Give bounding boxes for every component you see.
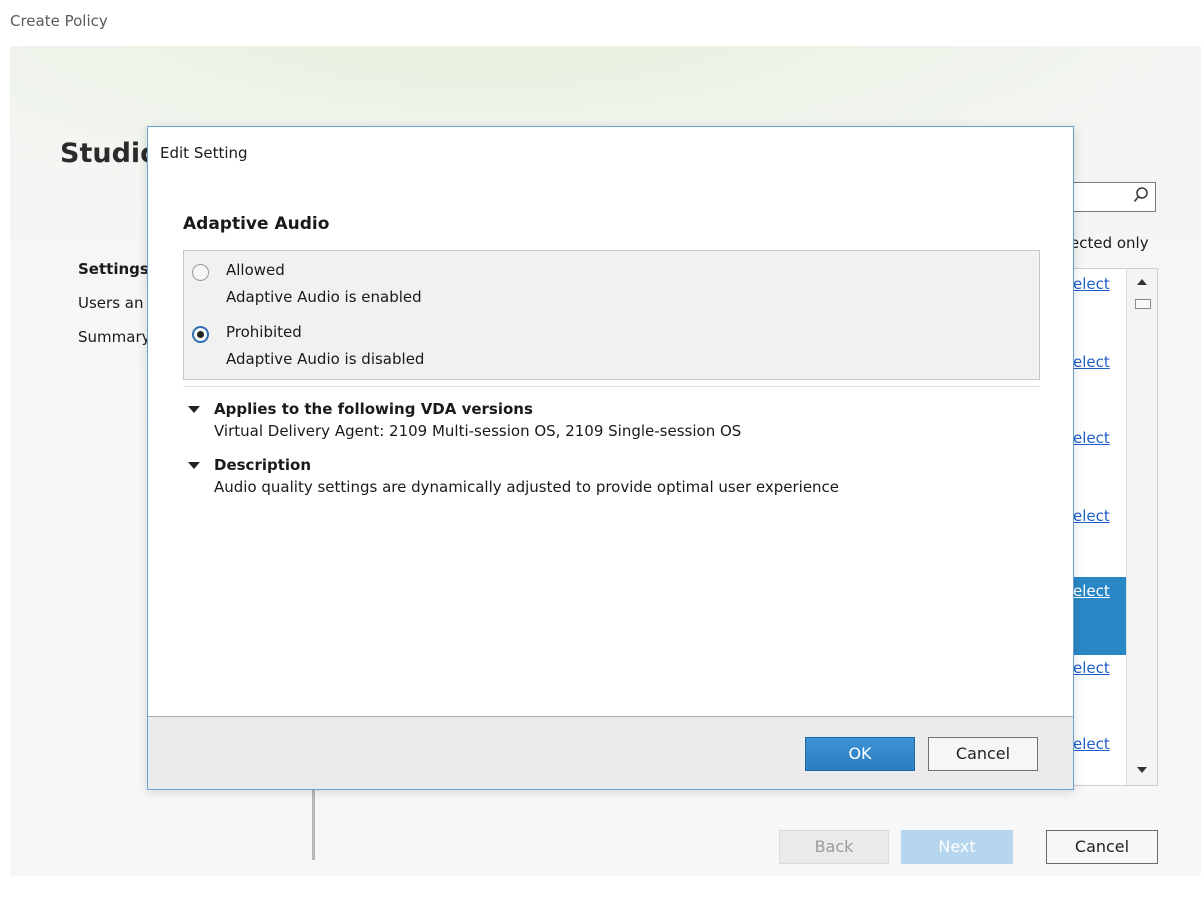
window-title: Create Policy bbox=[10, 12, 108, 30]
step-settings[interactable]: Settings bbox=[78, 258, 151, 292]
expand-triangle-icon[interactable] bbox=[188, 406, 200, 413]
option-description: Adaptive Audio is disabled bbox=[226, 350, 425, 368]
divider bbox=[312, 790, 315, 860]
separator bbox=[183, 386, 1040, 387]
studio-brand: Studio bbox=[60, 138, 159, 169]
radio-allowed[interactable] bbox=[192, 264, 209, 281]
description-text: Audio quality settings are dynamically a… bbox=[214, 478, 840, 496]
back-button[interactable]: Back bbox=[779, 830, 889, 864]
wizard-cancel-button[interactable]: Cancel bbox=[1046, 830, 1158, 864]
dialog-footer: OK Cancel bbox=[148, 716, 1073, 789]
option-label[interactable]: Allowed bbox=[226, 261, 285, 279]
select-link[interactable]: elect bbox=[1073, 659, 1110, 677]
search-input[interactable] bbox=[1064, 182, 1156, 212]
options-panel: Allowed Adaptive Audio is enabled Prohib… bbox=[183, 250, 1040, 380]
select-link[interactable]: elect bbox=[1073, 353, 1110, 371]
select-link[interactable]: elect bbox=[1073, 735, 1110, 753]
select-link-selected[interactable]: elect bbox=[1073, 582, 1110, 600]
option-description: Adaptive Audio is enabled bbox=[226, 288, 422, 306]
wizard-steps: Settings Users an Summary bbox=[78, 258, 151, 360]
expand-triangle-icon[interactable] bbox=[188, 462, 200, 469]
scroll-thumb[interactable] bbox=[1135, 299, 1151, 309]
list-scrollbar[interactable] bbox=[1126, 269, 1157, 785]
search-icon[interactable] bbox=[1133, 186, 1149, 204]
next-button[interactable]: Next bbox=[901, 830, 1013, 864]
applies-text: Virtual Delivery Agent: 2109 Multi-sessi… bbox=[214, 422, 742, 440]
select-link[interactable]: elect bbox=[1073, 429, 1110, 447]
selected-only-filter[interactable]: ected only bbox=[1070, 234, 1149, 252]
list-selected-row[interactable]: elect bbox=[1065, 577, 1127, 655]
option-label[interactable]: Prohibited bbox=[226, 323, 302, 341]
dialog-title: Edit Setting bbox=[160, 144, 248, 162]
dialog-cancel-button[interactable]: Cancel bbox=[928, 737, 1038, 771]
edit-setting-dialog: Edit Setting Adaptive Audio Allowed Adap… bbox=[147, 126, 1074, 790]
radio-prohibited[interactable] bbox=[192, 326, 209, 343]
select-link[interactable]: elect bbox=[1073, 275, 1110, 293]
scroll-down-icon[interactable] bbox=[1137, 767, 1147, 773]
setting-name: Adaptive Audio bbox=[183, 214, 330, 234]
select-link[interactable]: elect bbox=[1073, 507, 1110, 525]
step-summary[interactable]: Summary bbox=[78, 326, 151, 360]
step-users[interactable]: Users an bbox=[78, 292, 151, 326]
settings-list: elect elect elect elect elect elect elec… bbox=[1064, 268, 1158, 786]
scroll-up-icon[interactable] bbox=[1137, 279, 1147, 285]
description-title[interactable]: Description bbox=[214, 456, 311, 474]
applies-title[interactable]: Applies to the following VDA versions bbox=[214, 400, 533, 418]
ok-button[interactable]: OK bbox=[805, 737, 915, 771]
